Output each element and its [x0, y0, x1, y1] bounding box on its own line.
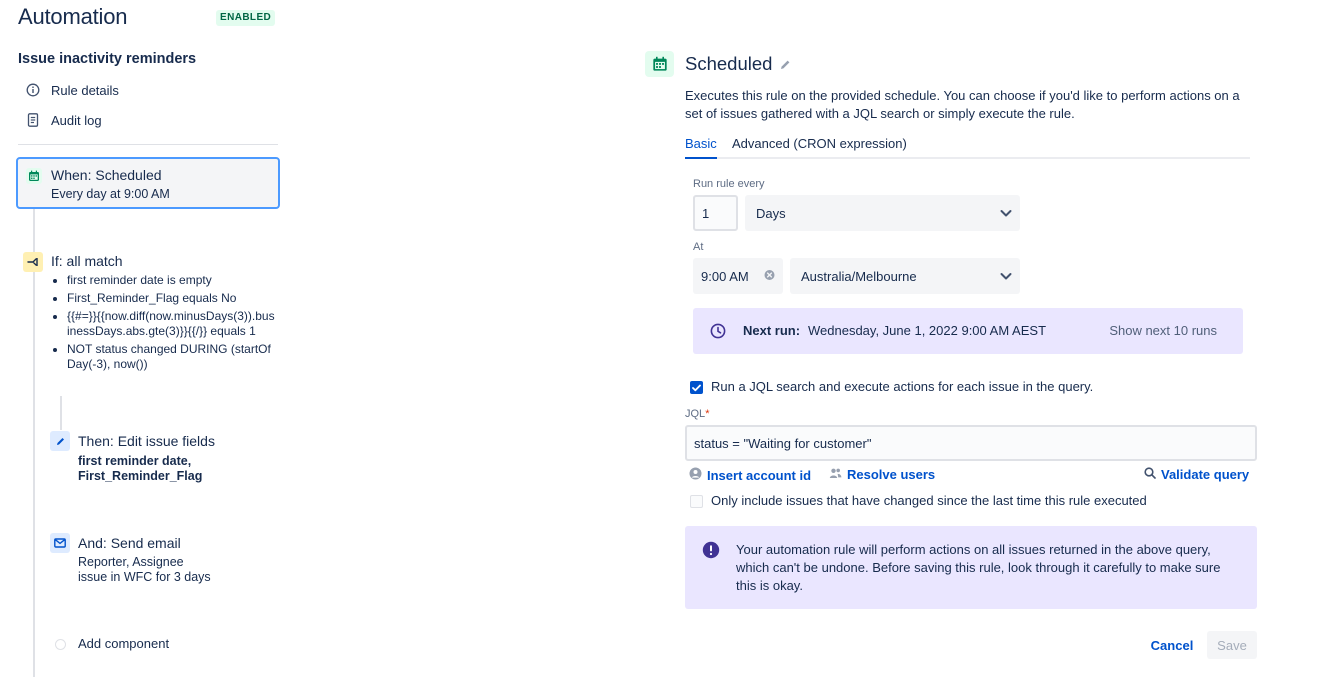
user-circle-icon [689, 467, 702, 483]
at-label: At [693, 241, 704, 253]
condition-item: First_Reminder_Flag equals No [67, 291, 277, 306]
jql-search-checkbox[interactable] [690, 381, 703, 394]
condition-list: first reminder date is empty First_Remin… [51, 273, 277, 383]
time-input[interactable]: 9:00 AM [693, 258, 783, 294]
insert-account-id-link[interactable]: Insert account id [689, 467, 811, 483]
tree-connector [33, 272, 35, 677]
action-line: first reminder date, [78, 454, 192, 468]
add-component-dot [55, 639, 66, 650]
jql-input[interactable]: status = "Waiting for customer" [685, 425, 1257, 461]
link-label: Validate query [1161, 467, 1250, 482]
next-run-label: Next run: [743, 323, 801, 338]
mail-icon[interactable] [50, 533, 70, 553]
action-title[interactable]: Then: Edit issue fields [78, 433, 215, 449]
resolve-users-link[interactable]: Resolve users [829, 467, 935, 482]
clock-icon [710, 323, 726, 342]
action-line: issue in WFC for 3 days [78, 570, 211, 584]
warning-text: Your automation rule will perform action… [736, 542, 1221, 593]
required-marker: * [705, 408, 710, 420]
only-changed-checkbox[interactable] [690, 495, 703, 508]
next-run-banner: Next run: Wednesday, June 1, 2022 9:00 A… [693, 308, 1243, 354]
next-run-value: Wednesday, June 1, 2022 9:00 AM AEST [808, 323, 1047, 338]
cancel-button[interactable]: Cancel [1146, 631, 1198, 659]
search-icon [1144, 467, 1156, 482]
condition-item: {{#=}}{{now.diff(now.minusDays(3)).busin… [67, 309, 277, 339]
validate-query-link[interactable]: Validate query [1144, 467, 1249, 482]
panel-description: Executes this rule on the provided sched… [685, 88, 1240, 121]
save-button[interactable]: Save [1207, 631, 1257, 659]
calendar-icon [645, 51, 674, 77]
action-line: First_Reminder_Flag [78, 469, 203, 483]
select-value: Days [756, 205, 786, 221]
show-next-runs-button[interactable]: Show next 10 runs [1109, 323, 1217, 338]
add-component-button[interactable]: Add component [78, 636, 169, 651]
page-title: Automation [18, 4, 128, 29]
tree-connector [60, 396, 62, 430]
trigger-title: When: Scheduled [51, 167, 162, 183]
document-icon [24, 111, 42, 129]
tab-basic[interactable]: Basic [685, 136, 717, 159]
run-every-label: Run rule every [693, 178, 765, 190]
pencil-icon[interactable] [50, 431, 70, 451]
condition-item: first reminder date is empty [67, 273, 277, 288]
run-every-input[interactable]: 1 [693, 195, 738, 231]
panel-title: Scheduled [685, 53, 773, 74]
trigger-subtitle: Every day at 9:00 AM [51, 187, 170, 201]
branch-icon[interactable] [23, 252, 43, 272]
nav-label: Audit log [51, 112, 102, 128]
nav-label: Rule details [51, 82, 119, 98]
tree-connector [33, 209, 35, 252]
time-value: 9:00 AM [701, 268, 749, 284]
info-icon [24, 81, 42, 99]
action-details: first reminder date, First_Reminder_Flag [78, 454, 202, 484]
jql-label: JQL* [685, 408, 709, 420]
link-label: Resolve users [847, 467, 936, 482]
run-every-unit-select[interactable]: Days [745, 195, 1020, 231]
warning-icon [702, 541, 720, 562]
nav-rule-details[interactable]: Rule details [24, 80, 119, 100]
tab-bar: Basic Advanced (CRON expression) [685, 134, 1250, 159]
jql-label-text: JQL [685, 408, 706, 420]
action-line: Reporter, Assignee [78, 555, 184, 569]
nav-audit-log[interactable]: Audit log [24, 110, 102, 130]
clear-icon[interactable] [764, 269, 775, 284]
condition-title[interactable]: If: all match [51, 253, 123, 269]
divider [18, 144, 278, 145]
condition-item: NOT status changed DURING (startOfDay(-3… [67, 342, 277, 372]
rule-name: Issue inactivity reminders [18, 51, 197, 67]
select-value: Australia/Melbourne [801, 268, 917, 284]
jql-search-checkbox-label: Run a JQL search and execute actions for… [711, 379, 1094, 394]
tab-advanced[interactable]: Advanced (CRON expression) [732, 136, 907, 155]
link-label: Insert account id [707, 467, 812, 483]
chevron-down-icon [1000, 206, 1012, 221]
timezone-select[interactable]: Australia/Melbourne [790, 258, 1020, 294]
only-changed-checkbox-label: Only include issues that have changed si… [711, 493, 1147, 508]
chevron-down-icon [1000, 269, 1012, 284]
edit-pencil-icon[interactable] [779, 58, 792, 74]
action-title[interactable]: And: Send email [78, 535, 181, 551]
warning-banner: Your automation rule will perform action… [685, 526, 1257, 609]
calendar-icon [26, 168, 42, 184]
trigger-card[interactable]: When: Scheduled Every day at 9:00 AM [16, 157, 280, 209]
status-badge: ENABLED [216, 10, 276, 26]
users-icon [829, 467, 842, 482]
action-details: Reporter, Assignee issue in WFC for 3 da… [78, 555, 211, 585]
